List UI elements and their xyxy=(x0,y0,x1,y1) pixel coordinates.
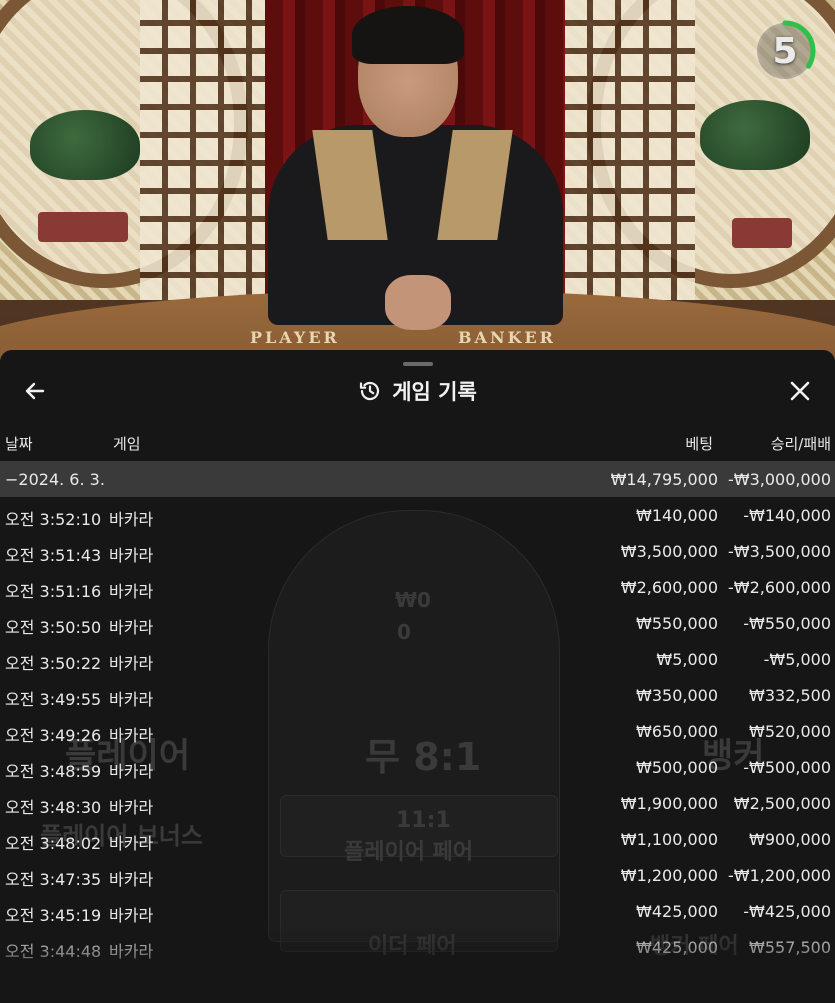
row-bet: ₩350,000 xyxy=(636,686,718,705)
right-lattice xyxy=(565,0,695,300)
row-time: 오전 3:52:10 xyxy=(5,510,102,529)
table-player-label: PLAYER xyxy=(250,328,340,347)
history-row[interactable]: 오전 3:49:26 바카라 ₩650,000 ₩520,000 xyxy=(0,713,835,749)
row-bet: ₩5,000 xyxy=(656,650,718,669)
row-result: -₩500,000 xyxy=(743,758,831,777)
timer-value: 5 xyxy=(772,30,798,72)
row-time: 오전 3:51:43 xyxy=(5,546,102,565)
row-time: 오전 3:47:35 xyxy=(5,870,102,889)
row-bet: ₩550,000 xyxy=(636,614,718,633)
row-result: -₩2,600,000 xyxy=(727,578,831,597)
history-row[interactable]: 오전 3:50:50 바카라 ₩550,000 -₩550,000 xyxy=(0,605,835,641)
sheet-title: 게임 기록 xyxy=(0,372,835,410)
col-bet: 베팅 xyxy=(685,435,713,453)
row-bet: ₩1,100,000 xyxy=(620,830,718,849)
history-row[interactable]: 오전 3:48:30 바카라 ₩1,900,000 ₩2,500,000 xyxy=(0,785,835,821)
left-bonsai xyxy=(30,110,140,180)
dealer-hands xyxy=(385,275,451,330)
countdown-timer: 5 xyxy=(752,18,818,84)
history-row[interactable]: 오전 3:51:43 바카라 ₩3,500,000 -₩3,500,000 xyxy=(0,533,835,569)
row-game: 바카라 xyxy=(109,546,154,565)
row-bet: ₩2,600,000 xyxy=(620,578,718,597)
row-bet: ₩1,200,000 xyxy=(620,866,718,885)
row-result: ₩2,500,000 xyxy=(733,794,831,813)
history-icon xyxy=(360,381,380,401)
row-bet: ₩140,000 xyxy=(636,506,718,525)
row-result: ₩332,500 xyxy=(749,686,831,705)
row-time: 오전 3:48:02 xyxy=(5,834,102,853)
col-game: 게임 xyxy=(113,435,141,453)
row-time: 오전 3:49:55 xyxy=(5,690,102,709)
close-icon xyxy=(790,381,810,401)
date-total-result: -₩3,000,000 xyxy=(727,470,831,489)
close-button[interactable] xyxy=(781,372,819,410)
arrow-left-icon xyxy=(25,382,45,400)
history-row[interactable]: 오전 3:51:16 바카라 ₩2,600,000 -₩2,600,000 xyxy=(0,569,835,605)
row-time: 오전 3:50:22 xyxy=(5,654,102,673)
row-result: -₩550,000 xyxy=(743,614,831,633)
drag-handle[interactable] xyxy=(403,362,433,366)
col-date: 날짜 xyxy=(5,435,33,453)
row-game: 바카라 xyxy=(109,690,154,709)
row-result: ₩900,000 xyxy=(749,830,831,849)
sheet-title-text: 게임 기록 xyxy=(392,380,477,404)
row-time: 오전 3:48:59 xyxy=(5,762,102,781)
column-headers: 날짜 게임 베팅 승리/패배 xyxy=(0,430,835,456)
date-label: −2024. 6. 3. xyxy=(5,470,105,489)
row-game: 바카라 xyxy=(109,798,154,817)
table-banker-label: BANKER xyxy=(458,328,556,347)
history-row[interactable]: 오전 3:50:22 바카라 ₩5,000 -₩5,000 xyxy=(0,641,835,677)
history-row[interactable]: 오전 3:48:59 바카라 ₩500,000 -₩500,000 xyxy=(0,749,835,785)
live-video: PLAYER BANKER 5 xyxy=(0,0,835,360)
left-pot xyxy=(38,212,128,242)
row-game: 바카라 xyxy=(109,510,154,529)
row-bet: ₩650,000 xyxy=(636,722,718,741)
row-game: 바카라 xyxy=(109,582,154,601)
row-result: -₩1,200,000 xyxy=(727,866,831,885)
row-bet: ₩500,000 xyxy=(636,758,718,777)
list-fade xyxy=(0,923,835,1003)
row-bet: ₩3,500,000 xyxy=(620,542,718,561)
date-total-bet: ₩14,795,000 xyxy=(610,470,718,489)
right-pot xyxy=(732,218,792,248)
history-row[interactable]: 오전 3:47:35 바카라 ₩1,200,000 -₩1,200,000 xyxy=(0,857,835,893)
row-game: 바카라 xyxy=(109,618,154,637)
history-row[interactable]: 오전 3:48:02 바카라 ₩1,100,000 ₩900,000 xyxy=(0,821,835,857)
right-bonsai xyxy=(700,100,810,170)
row-result: -₩3,500,000 xyxy=(727,542,831,561)
row-result: -₩425,000 xyxy=(743,902,831,921)
history-row[interactable]: 오전 3:49:55 바카라 ₩350,000 ₩332,500 xyxy=(0,677,835,713)
row-time: 오전 3:48:30 xyxy=(5,798,102,817)
row-bet: ₩425,000 xyxy=(636,902,718,921)
row-result: -₩140,000 xyxy=(743,506,831,525)
dealer-hair xyxy=(352,6,464,64)
row-game: 바카라 xyxy=(109,870,154,889)
row-game: 바카라 xyxy=(109,834,154,853)
row-time: 오전 3:49:26 xyxy=(5,726,102,745)
game-history-sheet: ₩0 0 무 8:1 플레이어 뱅커 플레이어 보너스 11:1 플레이어 페어… xyxy=(0,350,835,1003)
date-group-row[interactable]: −2024. 6. 3. ₩14,795,000 -₩3,000,000 xyxy=(0,461,835,497)
back-button[interactable] xyxy=(16,372,54,410)
row-game: 바카라 xyxy=(109,654,154,673)
history-list: −2024. 6. 3. ₩14,795,000 -₩3,000,000 오전 … xyxy=(0,461,835,965)
row-game: 바카라 xyxy=(109,762,154,781)
history-row[interactable]: 오전 3:52:10 바카라 ₩140,000 -₩140,000 xyxy=(0,497,835,533)
left-lattice xyxy=(140,0,270,300)
row-game: 바카라 xyxy=(109,726,154,745)
row-time: 오전 3:50:50 xyxy=(5,618,102,637)
sheet-header: 게임 기록 xyxy=(0,372,835,412)
row-result: -₩5,000 xyxy=(763,650,831,669)
row-bet: ₩1,900,000 xyxy=(620,794,718,813)
row-time: 오전 3:51:16 xyxy=(5,582,102,601)
row-result: ₩520,000 xyxy=(749,722,831,741)
col-result: 승리/패배 xyxy=(770,435,831,453)
